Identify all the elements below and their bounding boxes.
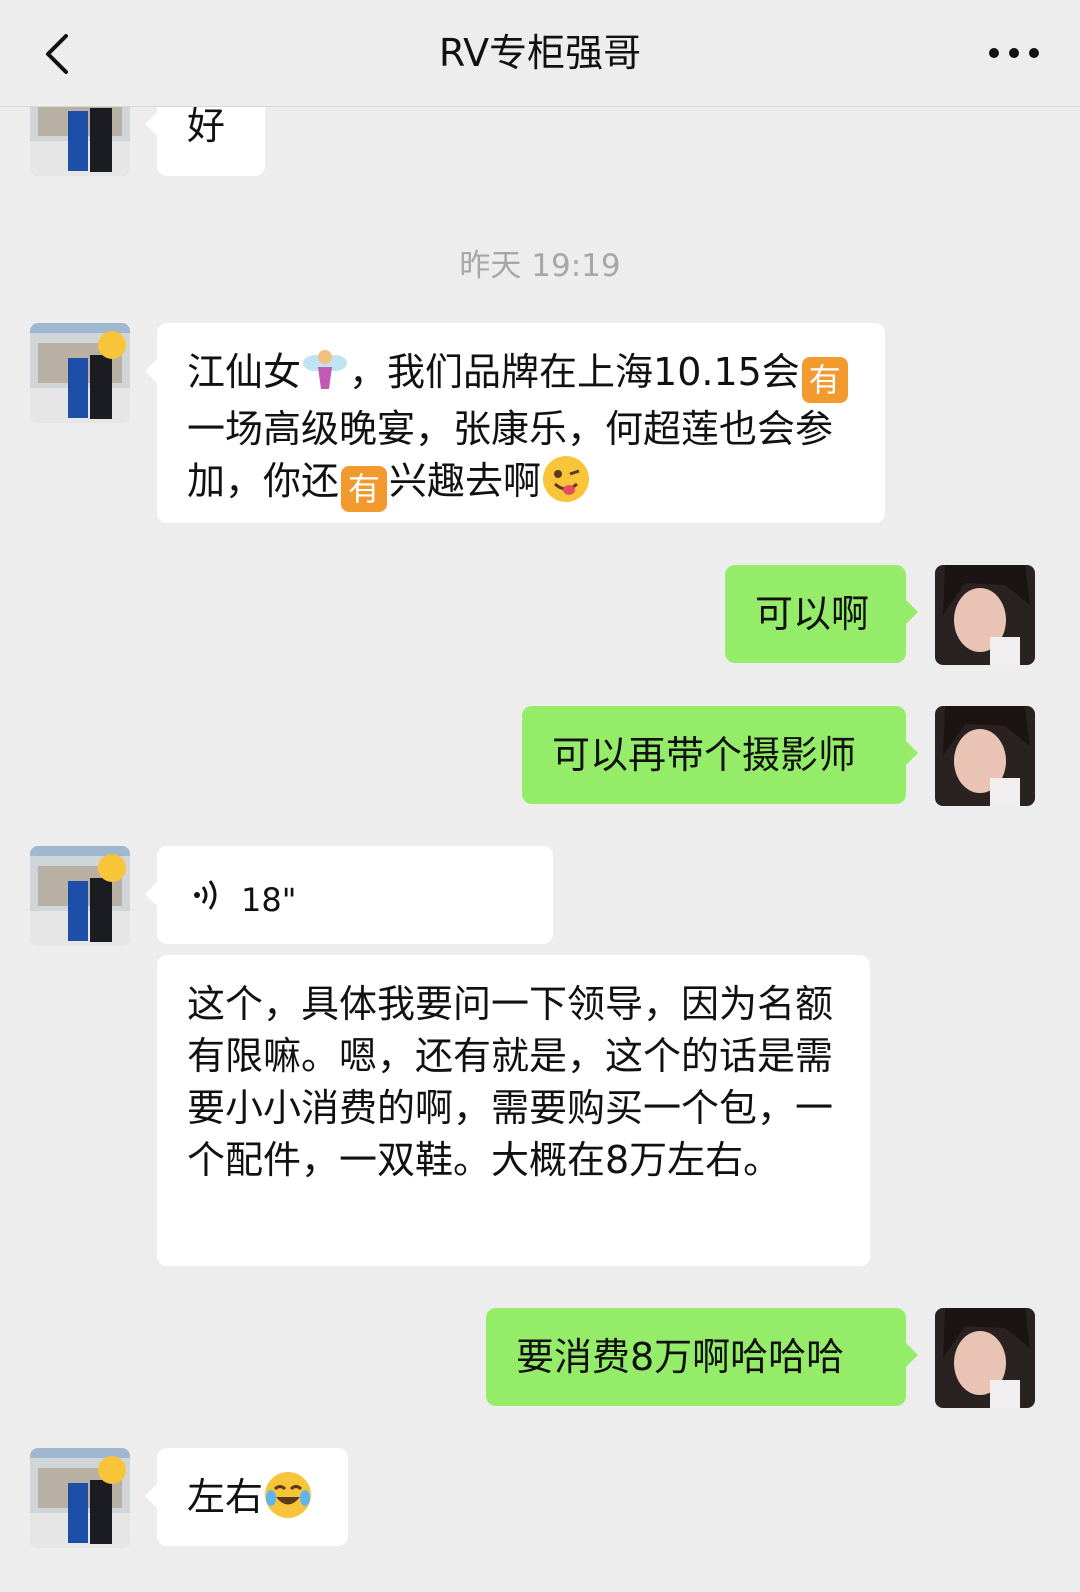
chat-title: RV专柜强哥	[438, 31, 642, 75]
bubble-tail	[906, 600, 918, 624]
message-timestamp: 昨天 19:19	[459, 248, 621, 284]
my-avatar[interactable]	[935, 1308, 1035, 1408]
message-text: 好	[187, 104, 226, 148]
emoji-you-badge-icon: 有	[341, 466, 388, 512]
message-text: 江仙女 ，我们品牌在上海10.15会 有一场高级晚宴，张康乐，何超莲也会参加，你还有…	[187, 350, 850, 512]
message-bubble-incoming[interactable]: 江仙女 ，我们品牌在上海10.15会 有一场高级晚宴，张康乐，何超莲也会参加，你还有…	[157, 323, 885, 523]
winking-tongue-emoji-icon	[543, 456, 590, 502]
fairy-emoji-icon	[303, 350, 348, 389]
bubble-tail	[145, 359, 157, 383]
message-text: 这个，具体我要问一下领导，因为名额有限嘛。嗯，还有就是，这个的话是需要小小消费的…	[187, 982, 834, 1182]
bubble-tail	[145, 112, 157, 136]
my-avatar[interactable]	[935, 565, 1035, 665]
message-text: 左右	[187, 1475, 264, 1519]
message-text-segment: 兴趣去啊	[389, 459, 542, 503]
message-bubble-incoming[interactable]: 这个，具体我要问一下领导，因为名额有限嘛。嗯，还有就是，这个的话是需要小小消费的…	[157, 955, 870, 1266]
bubble-tail	[145, 1484, 157, 1508]
message-text: 要消费8万啊哈哈哈	[516, 1335, 845, 1379]
message-bubble-outgoing[interactable]: 要消费8万啊哈哈哈	[486, 1308, 906, 1406]
bubble-tail	[906, 1343, 918, 1367]
chat-header: RV专柜强哥	[0, 0, 1080, 107]
voice-duration: 18"	[241, 881, 297, 919]
message-bubble-outgoing[interactable]: 可以再带个摄影师	[522, 706, 906, 804]
message-bubble-outgoing[interactable]: 可以啊	[725, 565, 906, 663]
voice-wave-icon	[194, 880, 217, 910]
message-text: 可以再带个摄影师	[552, 733, 857, 777]
contact-avatar[interactable]	[30, 846, 130, 946]
message-bubble-incoming[interactable]: 左右	[157, 1448, 348, 1546]
message-text: 可以啊	[755, 592, 870, 636]
voice-message-bubble[interactable]: 18"	[157, 846, 553, 944]
bubble-tail	[906, 741, 918, 765]
contact-avatar[interactable]	[30, 1448, 130, 1548]
my-avatar[interactable]	[935, 706, 1035, 806]
message-text-segment: 江仙女	[187, 350, 302, 394]
bubble-tail	[145, 882, 157, 906]
contact-avatar[interactable]	[30, 323, 130, 423]
crying-laughing-emoji-icon	[265, 1472, 312, 1518]
more-options-icon[interactable]	[984, 36, 1044, 70]
emoji-you-badge-icon: 有	[801, 357, 848, 403]
message-text-segment: ，我们品牌在上海10.15会	[349, 350, 800, 394]
